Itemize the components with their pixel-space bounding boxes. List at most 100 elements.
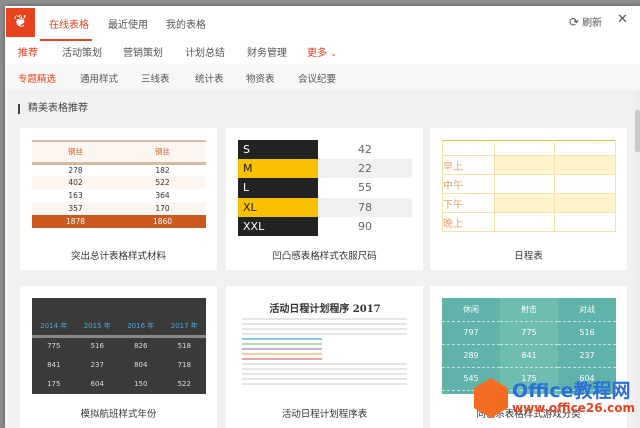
preview-cell: [493, 193, 556, 213]
preview-cell: 841: [47, 360, 61, 369]
preview-cell: 钢丝: [119, 140, 206, 165]
template-card[interactable]: 钢丝 钢丝 278 182 402 522 163 364 357 170 1878 1860 突出总…: [20, 128, 217, 270]
preview-cell: 晚上: [442, 212, 495, 232]
chevron-down-icon: ⌄: [330, 49, 337, 58]
template-dialog: ❦ 在线表格 最近使用 我的表格 ⟳ 刷新 ✕ 推荐 活动策划 营销策划 计划总结…: [5, 6, 640, 428]
preview-cell: 78: [318, 197, 412, 217]
preview-cell: 237: [90, 360, 104, 369]
preview-cell: 163: [68, 191, 83, 200]
refresh-button[interactable]: ⟳ 刷新: [569, 14, 603, 30]
preview-row: 163 364: [32, 189, 206, 202]
preview-row: 休闲 射击 对战: [442, 298, 616, 322]
category-activity[interactable]: 活动策划: [62, 44, 102, 59]
preview-cell: [442, 140, 495, 156]
preview-row: XXL 90: [238, 216, 412, 236]
subcategory-featured[interactable]: 专题精选: [18, 71, 56, 85]
schedule-line: [242, 348, 322, 350]
subcategory-statistics[interactable]: 统计表: [195, 71, 224, 85]
preview-cell: [554, 140, 616, 156]
subcategory-general[interactable]: 通用样式: [80, 71, 118, 85]
preview-cell: 804: [134, 360, 148, 369]
preview-row: 钢丝 钢丝: [32, 140, 206, 165]
schedule-line: [242, 328, 408, 330]
preview-cell: 797: [442, 321, 500, 345]
preview-cell: 278: [68, 165, 83, 175]
watermark-brand: Office教程网: [512, 380, 631, 402]
tab-online-templates[interactable]: 在线表格: [49, 16, 89, 31]
subcategory-materials[interactable]: 物资表: [246, 71, 275, 85]
preview-cell: 90: [318, 216, 412, 236]
preview-cell: 522: [119, 176, 206, 189]
refresh-icon: ⟳: [569, 14, 580, 29]
subcategory-minutes[interactable]: 会议纪要: [298, 71, 336, 85]
category-finance[interactable]: 财务管理: [247, 44, 287, 59]
template-caption: 突出总计表格样式材料: [70, 251, 166, 262]
template-card[interactable]: 活动日程计划程序 2017 活动日程计划程序表: [226, 286, 423, 428]
template-preview: S 42 M 22 L 55 XL 78 XXL 90: [238, 140, 412, 236]
preview-cell: 休闲: [442, 298, 500, 322]
preview-cell: 775: [47, 342, 61, 351]
schedule-line: [242, 368, 408, 370]
tab-my-templates[interactable]: 我的表格: [166, 16, 206, 31]
preview-cell: 175: [47, 379, 61, 388]
schedule-line: [242, 338, 322, 340]
preview-cell: 钢丝: [32, 140, 119, 165]
preview-cell: [554, 174, 616, 194]
preview-cell: 22: [318, 159, 412, 179]
preview-cell: L: [238, 178, 318, 198]
preview-row: 中午: [442, 174, 616, 194]
preview-cell: 518: [177, 342, 191, 351]
schedule-lines: [238, 318, 412, 385]
schedule-line: [242, 378, 408, 380]
category-marketing[interactable]: 营销策划: [123, 44, 163, 59]
app-logo-icon: ❦: [6, 8, 35, 37]
tab-recent[interactable]: 最近使用: [108, 16, 148, 31]
preview-cell: [493, 212, 556, 232]
preview-cell: 42: [318, 140, 412, 160]
schedule-line: [242, 363, 408, 365]
preview-cell: 357: [32, 202, 119, 215]
preview-row: 797 775 516: [442, 321, 616, 345]
preview-cell: 841: [500, 344, 558, 368]
schedule-line: [242, 373, 408, 375]
category-more[interactable]: 更多 ⌄: [307, 44, 337, 59]
close-button[interactable]: ✕: [617, 12, 628, 27]
category-plan[interactable]: 计划总结: [185, 44, 225, 59]
schedule-line: [242, 343, 322, 345]
refresh-label: 刷新: [582, 18, 603, 29]
preview-row: 775 516 826 518: [32, 336, 206, 355]
scrollbar[interactable]: [635, 90, 640, 428]
preview-row: 下午: [442, 193, 616, 213]
preview-cell: [554, 155, 616, 175]
preview-cell: XXL: [238, 216, 318, 236]
preview-cell: 516: [558, 321, 616, 345]
template-card[interactable]: 2014 年 2015 年 2016 年 2017 年 775 516 826 518 841 2…: [20, 286, 217, 428]
schedule-line: [242, 318, 408, 320]
template-preview: 活动日程计划程序 2017: [238, 298, 412, 394]
preview-row: 175 604 150 522: [32, 374, 206, 393]
preview-cell: 对战: [558, 298, 616, 322]
scrollbar-thumb[interactable]: [635, 110, 640, 152]
preview-cell: 早上: [442, 155, 495, 175]
preview-cell: S: [238, 140, 318, 160]
preview-cell: [493, 174, 556, 194]
watermark-url: www.office26.com: [512, 401, 636, 415]
preview-cell: 522: [177, 379, 191, 388]
active-tab-indicator: [40, 39, 92, 41]
preview-cell: 射击: [500, 298, 558, 322]
preview-cell: XL: [238, 197, 318, 217]
more-label: 更多: [307, 48, 327, 59]
preview-cell: 下午: [442, 193, 495, 213]
schedule-line: [242, 358, 322, 360]
preview-cell: 1860: [119, 215, 206, 228]
preview-row: 402 522: [32, 176, 206, 189]
template-card[interactable]: S 42 M 22 L 55 XL 78 XXL 90 凹凸感表格样式衣服尺码: [226, 128, 423, 270]
preview-row: 1878 1860: [32, 215, 206, 228]
subcategory-three-line[interactable]: 三线表: [141, 71, 170, 85]
category-recommend[interactable]: 推荐: [18, 44, 38, 59]
preview-row: 289 841 237: [442, 344, 616, 368]
preview-cell: 182: [155, 165, 170, 175]
preview-row: [442, 140, 616, 156]
template-caption: 活动日程计划程序表: [281, 409, 368, 420]
template-card[interactable]: 早上 中午 下午 晚上 日程表: [430, 128, 627, 270]
